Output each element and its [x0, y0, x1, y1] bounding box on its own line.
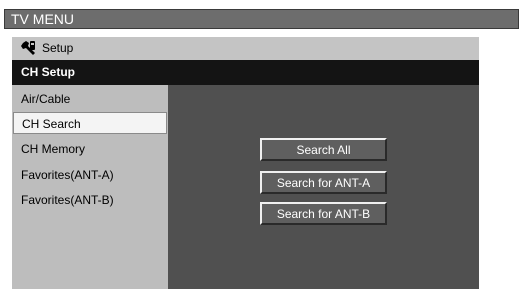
- sidebar-item-favorites-ant-b[interactable]: Favorites(ANT-B): [12, 189, 168, 211]
- breadcrumb: Setup: [42, 41, 74, 55]
- window-title-bar: TV MENU: [4, 9, 519, 29]
- sidebar-item-air-cable[interactable]: Air/Cable: [12, 88, 168, 110]
- content-area: Search All Search for ANT-A Search for A…: [168, 85, 479, 289]
- sidebar: Air/Cable CH Search CH Memory Favorites(…: [12, 85, 168, 289]
- search-ant-b-button[interactable]: Search for ANT-B: [260, 202, 387, 225]
- wrench-icon: [21, 41, 35, 55]
- menu-panel: Setup CH Setup Air/Cable CH Search CH Me…: [12, 37, 479, 289]
- sidebar-item-ch-memory[interactable]: CH Memory: [12, 138, 168, 160]
- setup-header: Setup: [12, 37, 479, 60]
- sidebar-item-ch-search[interactable]: CH Search: [13, 112, 167, 134]
- search-all-button[interactable]: Search All: [260, 138, 387, 161]
- section-title: CH Setup: [12, 60, 479, 85]
- sidebar-item-favorites-ant-a[interactable]: Favorites(ANT-A): [12, 164, 168, 186]
- search-ant-a-button[interactable]: Search for ANT-A: [260, 171, 387, 194]
- window-title: TV MENU: [11, 11, 74, 27]
